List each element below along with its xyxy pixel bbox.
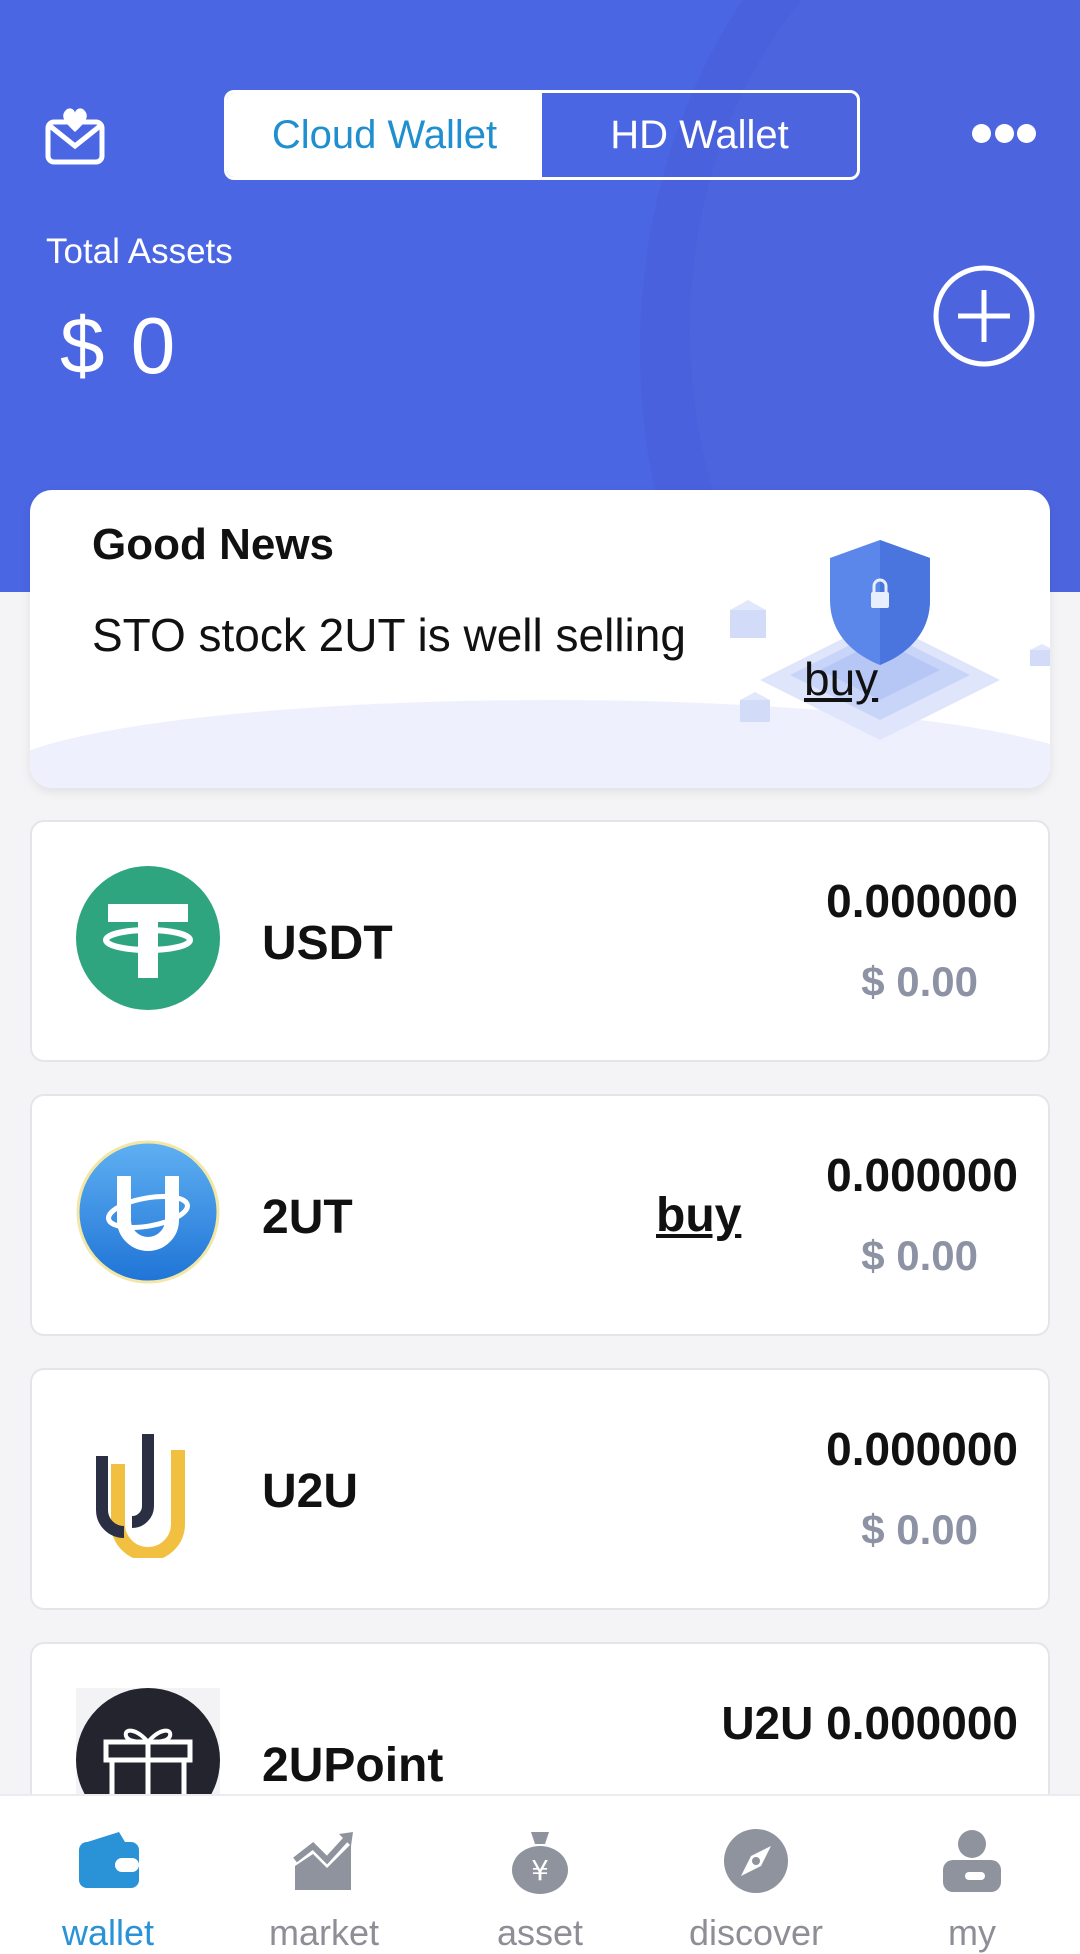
coin-fiat-value: $ 0.00: [861, 1506, 978, 1553]
add-icon[interactable]: [932, 264, 1036, 368]
total-assets-label: Total Assets: [46, 232, 233, 271]
svg-text:¥: ¥: [531, 1854, 549, 1887]
tab-discover[interactable]: discover: [648, 1796, 864, 1954]
coin-amount: 0.000000: [826, 1423, 1018, 1475]
coin-amount: 0.000000: [826, 1149, 1018, 1201]
more-options-icon[interactable]: [972, 122, 1036, 144]
news-buy-link[interactable]: buy: [804, 652, 878, 706]
mail-heart-icon[interactable]: [44, 104, 106, 166]
tab-my[interactable]: my: [864, 1796, 1080, 1954]
coin-name: 2UT: [262, 1191, 353, 1244]
chart-trend-icon: [293, 1832, 353, 1890]
news-title: Good News: [92, 520, 335, 569]
coin-fiat-value: $ 0.00: [861, 1232, 978, 1279]
coin-name: 2UPoint: [262, 1739, 444, 1792]
coin-card-u2u[interactable]: U2U 0.000000 $ 0.00: [30, 1368, 1050, 1610]
coin-name: U2U: [262, 1465, 359, 1518]
coin-fiat-value: $ 0.00: [861, 958, 978, 1005]
news-banner[interactable]: Good News STO stock 2UT is well selling …: [30, 490, 1050, 788]
wallet-icon: [79, 1832, 139, 1888]
tab-label: market: [268, 1912, 380, 1953]
coin-card-2ut[interactable]: 2UT buy 0.000000 $ 0.00: [30, 1094, 1050, 1336]
user-icon: [943, 1830, 1001, 1892]
2ut-icon: [76, 1140, 220, 1284]
shield-illustration-icon: [700, 530, 1050, 760]
wallet-type-switch: Cloud Wallet HD Wallet: [224, 90, 860, 180]
tab-hd-wallet[interactable]: HD Wallet: [542, 93, 857, 177]
total-assets-value: $ 0: [60, 301, 178, 390]
bottom-tab-bar: wallet market ¥ asset discover my: [0, 1794, 1080, 1954]
tab-label: asset: [496, 1912, 584, 1953]
tab-label: discover: [688, 1912, 824, 1953]
tab-cloud-wallet[interactable]: Cloud Wallet: [227, 93, 542, 177]
coin-amount: 0.000000: [826, 875, 1018, 927]
coin-amount: U2U 0.000000: [721, 1697, 1018, 1749]
tether-icon: [76, 866, 220, 1010]
tab-wallet[interactable]: wallet: [0, 1796, 216, 1954]
u2u-icon: [76, 1414, 220, 1561]
tab-asset[interactable]: ¥ asset: [432, 1796, 648, 1954]
tab-label: wallet: [61, 1912, 155, 1953]
coin-buy-link[interactable]: buy: [656, 1188, 741, 1243]
coin-card-usdt[interactable]: USDT 0.000000 $ 0.00: [30, 820, 1050, 1062]
money-bag-icon: ¥: [512, 1832, 568, 1894]
tab-market[interactable]: market: [216, 1796, 432, 1954]
coin-name: USDT: [262, 917, 393, 970]
tab-label: my: [948, 1912, 996, 1953]
compass-icon: [724, 1829, 788, 1893]
news-text: STO stock 2UT is well selling: [92, 609, 686, 661]
